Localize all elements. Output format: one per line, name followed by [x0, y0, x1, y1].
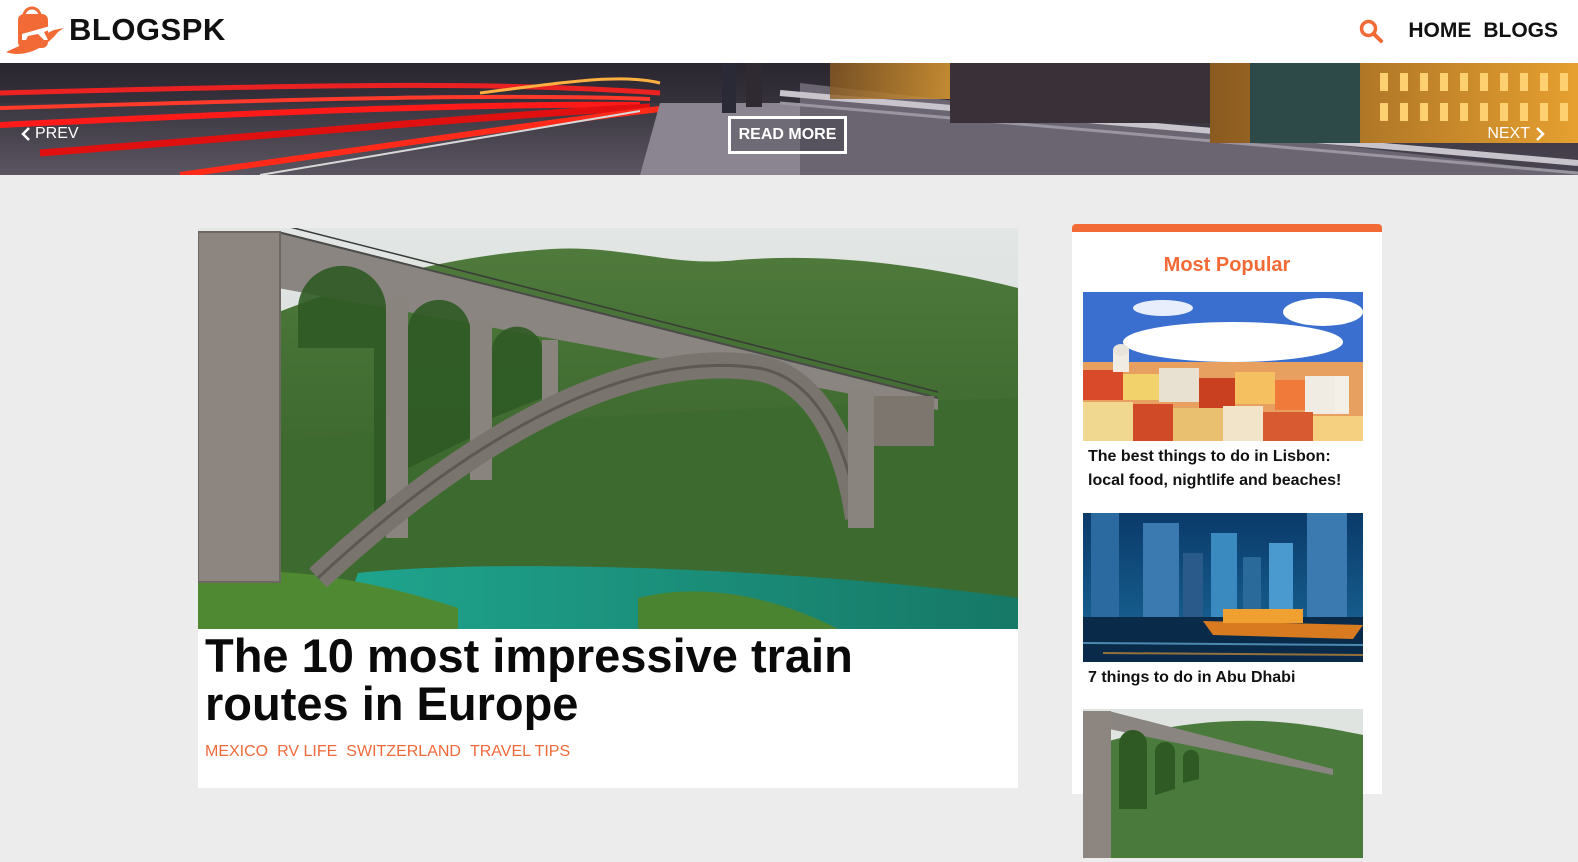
bridge-thumbnail[interactable]	[1083, 709, 1363, 858]
popular-item-abu-dhabi[interactable]: 7 things to do in Abu Dhabi	[1083, 513, 1363, 690]
hero-prev-label: PREV	[35, 125, 79, 142]
article-title[interactable]: The 10 most impressive train routes in E…	[205, 632, 985, 728]
hero-next-label: NEXT	[1487, 125, 1530, 142]
read-more-button[interactable]: READ MORE	[728, 116, 847, 154]
popular-item-caption: The best things to do in Lisbon: local f…	[1088, 448, 1342, 489]
main-nav: HOME BLOGS	[1358, 16, 1558, 46]
featured-article-card[interactable]: The 10 most impressive train routes in E…	[198, 228, 1018, 788]
tag-travel-tips[interactable]: TRAVEL TIPS	[470, 743, 570, 761]
abu-dhabi-thumbnail[interactable]	[1083, 513, 1363, 662]
hero-next-button[interactable]: NEXT	[1487, 125, 1546, 143]
popular-item-train-routes[interactable]	[1083, 709, 1363, 862]
tag-switzerland[interactable]: SWITZERLAND	[346, 743, 461, 761]
lisbon-thumbnail[interactable]	[1083, 292, 1363, 441]
popular-item-caption: 7 things to do in Abu Dhabi	[1088, 669, 1296, 686]
chevron-left-icon	[21, 127, 30, 141]
tag-mexico[interactable]: MEXICO	[205, 743, 268, 761]
sidebar-title: Most Popular	[1163, 254, 1291, 276]
most-popular-sidebar: Most Popular The best things to do in Li…	[1072, 224, 1382, 858]
bridge-photo	[198, 228, 1018, 629]
logo[interactable]: BLOGSPK	[4, 2, 226, 58]
logo-plane-bag-icon	[6, 6, 64, 54]
logo-text: BLOGSPK	[69, 12, 226, 47]
chevron-right-icon	[1536, 127, 1545, 141]
search-icon[interactable]	[1358, 18, 1384, 44]
hero-prev-button[interactable]: PREV	[20, 125, 79, 143]
site-header: BLOGSPK HOME BLOGS	[0, 0, 1578, 63]
nav-blogs-link[interactable]: BLOGS	[1483, 19, 1558, 43]
tag-rv-life[interactable]: RV LIFE	[277, 743, 337, 761]
featured-article-image[interactable]	[198, 228, 1018, 629]
hero-slider: PREV READ MORE NEXT	[0, 63, 1578, 175]
popular-item-lisbon[interactable]: The best things to do in Lisbon: local f…	[1083, 292, 1363, 493]
article-tags: MEXICO RV LIFE SWITZERLAND TRAVEL TIPS	[205, 743, 579, 761]
nav-home-link[interactable]: HOME	[1408, 19, 1471, 43]
